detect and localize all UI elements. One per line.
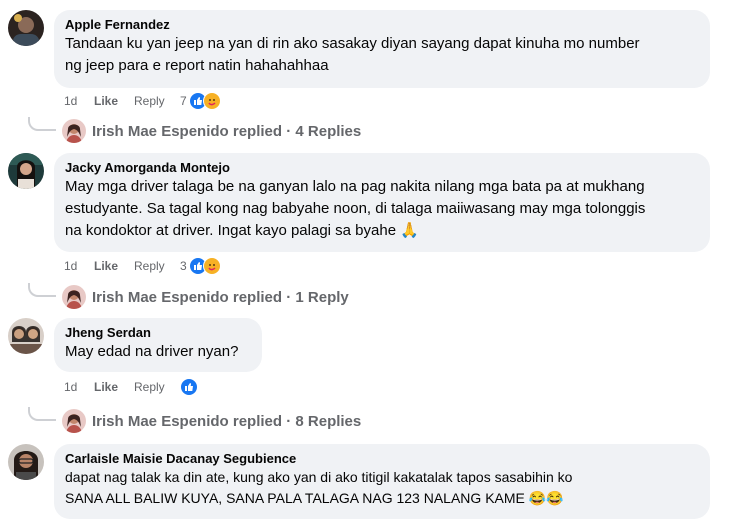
comment-time[interactable]: 1d <box>64 94 94 108</box>
comment-text: dapat nag talak ka din ate, kung ako yan… <box>65 469 573 506</box>
comment-author[interactable]: Carlaisle Maisie Dacanay Segubience <box>65 450 698 467</box>
reaction-count: 7 <box>180 94 187 108</box>
comment-text: Tandaan ku yan jeep na yan di rin ako sa… <box>65 35 640 74</box>
replier-avatar <box>62 409 86 433</box>
thread-connector <box>28 283 56 297</box>
care-reaction-icon <box>202 92 221 110</box>
reaction-summary[interactable]: 7 <box>180 92 221 110</box>
replier-avatar <box>62 119 86 143</box>
like-button[interactable]: Like <box>94 380 134 394</box>
thread-connector <box>28 407 56 421</box>
replies-summary[interactable]: Irish Mae Espenido replied · 1 Reply <box>92 289 349 306</box>
comment-actions: 1d Like Reply 7 <box>64 91 221 111</box>
reply-button[interactable]: Reply <box>134 380 174 394</box>
comment-time[interactable]: 1d <box>64 259 94 273</box>
comment-author[interactable]: Apple Fernandez <box>65 16 698 33</box>
view-replies-link[interactable]: Irish Mae Espenido replied · 1 Reply <box>62 285 349 309</box>
view-replies-link[interactable]: Irish Mae Espenido replied · 8 Replies <box>62 409 361 433</box>
replies-summary[interactable]: Irish Mae Espenido replied · 4 Replies <box>92 123 361 140</box>
comment-text: May edad na driver nyan? <box>65 343 239 360</box>
avatar[interactable] <box>8 10 44 46</box>
like-button[interactable]: Like <box>94 94 134 108</box>
replies-summary[interactable]: Irish Mae Espenido replied · 8 Replies <box>92 413 361 430</box>
reply-button[interactable]: Reply <box>134 94 174 108</box>
comment-bubble: Carlaisle Maisie Dacanay Segubience dapa… <box>54 444 710 519</box>
reaction-summary[interactable]: 3 <box>180 257 221 275</box>
comment-author[interactable]: Jheng Serdan <box>65 324 250 341</box>
comment-actions: 1d Like Reply <box>64 377 198 397</box>
avatar[interactable] <box>8 444 44 480</box>
comment-bubble: Apple Fernandez Tandaan ku yan jeep na y… <box>54 10 710 88</box>
comment-text: May mga driver talaga be na ganyan lalo … <box>65 178 646 239</box>
comment-actions: 1d Like Reply 3 <box>64 256 221 276</box>
like-button[interactable]: Like <box>94 259 134 273</box>
comment-time[interactable]: 1d <box>64 380 94 394</box>
reply-button[interactable]: Reply <box>134 259 174 273</box>
reaction-summary[interactable] <box>180 378 198 396</box>
reaction-count: 3 <box>180 259 187 273</box>
comment-bubble: Jheng Serdan May edad na driver nyan? <box>54 318 262 372</box>
comment-bubble: Jacky Amorganda Montejo May mga driver t… <box>54 153 710 252</box>
like-reaction-icon <box>180 378 198 396</box>
care-reaction-icon <box>202 257 221 275</box>
replier-avatar <box>62 285 86 309</box>
thread-connector <box>28 117 56 131</box>
comment-author[interactable]: Jacky Amorganda Montejo <box>65 159 698 176</box>
view-replies-link[interactable]: Irish Mae Espenido replied · 4 Replies <box>62 119 361 143</box>
avatar[interactable] <box>8 153 44 189</box>
avatar[interactable] <box>8 318 44 354</box>
